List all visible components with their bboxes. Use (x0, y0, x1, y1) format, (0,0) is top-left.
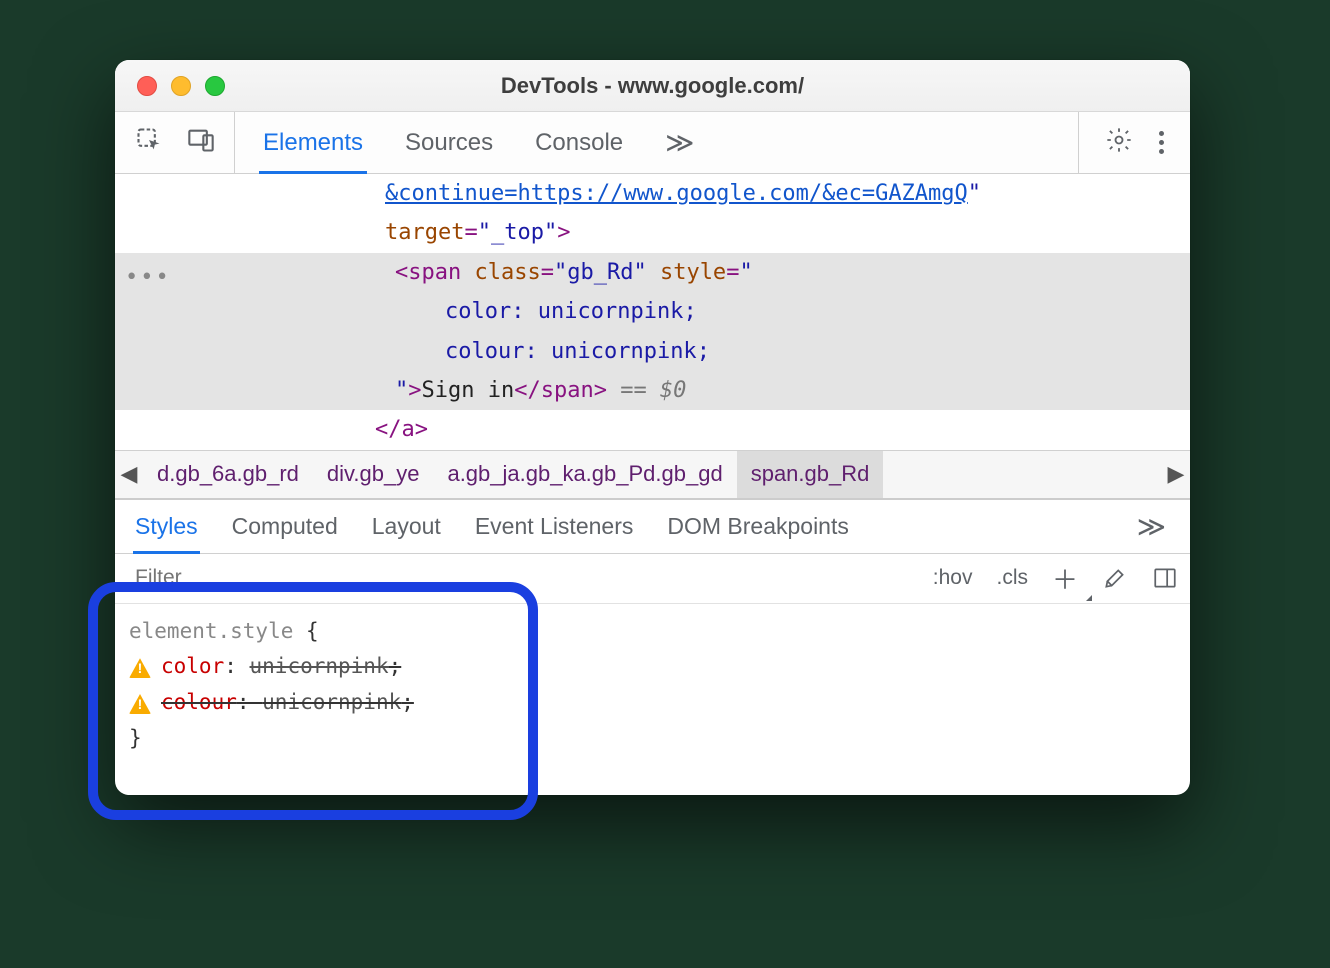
settings-icon[interactable] (1105, 126, 1133, 159)
maximize-window-button[interactable] (205, 76, 225, 96)
dom-row-target-attr[interactable]: target="_top"> (115, 213, 1190, 252)
subtab-dom-breakpoints[interactable]: DOM Breakpoints (667, 500, 849, 553)
paint-flashing-icon[interactable] (1090, 554, 1140, 603)
devtools-window: DevTools - www.google.com/ Elements Sour… (115, 60, 1190, 795)
breadcrumb-item-2[interactable]: a.gb_ja.gb_ka.gb_Pd.gb_gd (433, 451, 736, 498)
close-window-button[interactable] (137, 76, 157, 96)
hov-button[interactable]: :hov (921, 554, 985, 603)
minimize-window-button[interactable] (171, 76, 191, 96)
window-controls (115, 76, 225, 96)
subtab-layout[interactable]: Layout (372, 500, 441, 553)
kebab-menu-icon[interactable] (1159, 131, 1164, 154)
css-prop-colour[interactable]: colour: unicornpink; (129, 685, 1190, 721)
breadcrumb-item-3[interactable]: span.gb_Rd (737, 451, 884, 498)
rule-selector-line[interactable]: element.style { (129, 614, 1190, 650)
subtab-styles[interactable]: Styles (135, 500, 198, 553)
breadcrumb: ◀ d.gb_6a.gb_rd div.gb_ye a.gb_ja.gb_ka.… (115, 450, 1190, 498)
url-fragment: &continue=https://www.google.com/&ec=GAZ… (385, 181, 968, 206)
dom-tree[interactable]: &continue=https://www.google.com/&ec=GAZ… (115, 174, 1190, 450)
device-toolbar-icon[interactable] (187, 126, 215, 159)
titlebar: DevTools - www.google.com/ (115, 60, 1190, 112)
rule-close-line: } (129, 721, 1190, 757)
toolbar-right (1078, 112, 1190, 173)
collapse-ellipsis-icon[interactable]: ••• (125, 259, 171, 296)
breadcrumb-next-icon[interactable]: ▶ (1162, 461, 1190, 487)
tabs-group: Elements Sources Console ≫ (235, 112, 1078, 173)
subtab-computed[interactable]: Computed (232, 500, 338, 553)
dom-row-style-color[interactable]: color: unicornpink; (115, 292, 1190, 331)
dom-row-a-close[interactable]: </a> (115, 410, 1190, 449)
breadcrumb-prev-icon[interactable]: ◀ (115, 461, 143, 487)
styles-panel[interactable]: element.style { color: unicornpink; colo… (115, 604, 1190, 795)
tab-sources[interactable]: Sources (405, 112, 493, 173)
tab-console[interactable]: Console (535, 112, 623, 173)
window-title: DevTools - www.google.com/ (115, 73, 1190, 99)
more-tabs-button[interactable]: ≫ (665, 126, 706, 159)
subtab-event-listeners[interactable]: Event Listeners (475, 500, 634, 553)
dom-row-link-continuation[interactable]: &continue=https://www.google.com/&ec=GAZ… (115, 174, 1190, 213)
toggle-sidebar-icon[interactable] (1140, 554, 1190, 603)
styles-subtabs: Styles Computed Layout Event Listeners D… (115, 498, 1190, 554)
main-tabs-row: Elements Sources Console ≫ (115, 112, 1190, 174)
filter-input[interactable] (115, 554, 921, 603)
css-prop-color[interactable]: color: unicornpink; (129, 649, 1190, 685)
warning-icon (129, 692, 151, 714)
breadcrumb-item-1[interactable]: div.gb_ye (313, 451, 434, 498)
subtabs-more-icon[interactable]: ≫ (1137, 510, 1190, 543)
breadcrumb-item-0[interactable]: d.gb_6a.gb_rd (143, 451, 313, 498)
new-style-rule-button[interactable]: ＋ (1040, 554, 1090, 603)
tab-elements[interactable]: Elements (263, 112, 363, 173)
inspector-icons (115, 112, 235, 173)
dom-row-style-colour[interactable]: colour: unicornpink; (115, 332, 1190, 371)
cls-button[interactable]: .cls (984, 554, 1040, 603)
inspect-element-icon[interactable] (135, 126, 163, 159)
dom-row-span-close[interactable]: ">Sign in</span> == $0 (115, 371, 1190, 410)
styles-filter-row: :hov .cls ＋ (115, 554, 1190, 604)
dom-row-span-open[interactable]: ••• <span class="gb_Rd" style=" (115, 253, 1190, 292)
warning-icon (129, 656, 151, 678)
